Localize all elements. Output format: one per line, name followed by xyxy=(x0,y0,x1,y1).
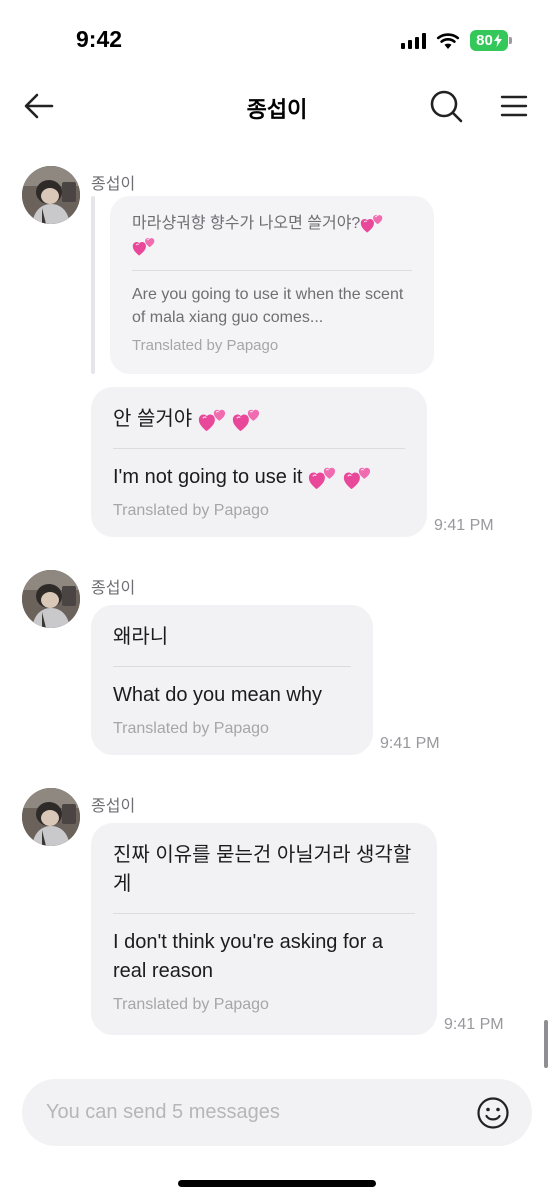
back-arrow-icon[interactable] xyxy=(22,90,56,122)
chat-title: 종섭이 xyxy=(246,97,308,122)
battery-icon: 80 xyxy=(470,30,512,51)
message-time: 9:41 PM xyxy=(444,1016,504,1033)
sender-name: 종섭이 xyxy=(91,580,136,597)
status-bar: 9:42 80 xyxy=(0,0,554,80)
cellular-signal-icon xyxy=(401,32,426,49)
message-original: 안 쓸거야 xyxy=(113,405,405,434)
message-bubble[interactable]: 안 쓸거야 I'm not going to use it Translated… xyxy=(91,387,427,537)
two-hearts-icon xyxy=(232,407,261,433)
charging-bolt-icon xyxy=(493,34,502,47)
home-indicator xyxy=(178,1180,376,1187)
message-bubble[interactable]: 진짜 이유를 묻는건 아닐거라 생각할게 I don't think you'r… xyxy=(91,823,437,1035)
two-hearts-icon xyxy=(343,465,372,491)
status-time: 9:42 xyxy=(76,26,123,52)
emoji-icon[interactable] xyxy=(476,1096,510,1130)
battery-level: 80 xyxy=(476,32,493,49)
scrollbar[interactable] xyxy=(544,1020,548,1068)
message-bubble[interactable]: 왜라니 What do you mean why Translated by P… xyxy=(91,605,373,755)
avatar[interactable] xyxy=(22,570,80,628)
message-time: 9:41 PM xyxy=(434,517,494,534)
divider xyxy=(132,270,412,271)
search-icon[interactable] xyxy=(428,88,464,124)
avatar[interactable] xyxy=(22,788,80,846)
message-translation: I'm not going to use it xyxy=(113,463,405,492)
message-time: 9:41 PM xyxy=(380,735,440,752)
two-hearts-icon xyxy=(360,213,384,234)
message-original: 왜라니 xyxy=(113,626,169,648)
divider xyxy=(113,913,415,914)
nav-bar: 종섭이 xyxy=(0,80,554,132)
message-composer xyxy=(22,1079,532,1146)
sender-name: 종섭이 xyxy=(91,176,136,193)
message-translation: What do you mean why xyxy=(113,684,322,706)
quoted-message[interactable]: 마라샹궈향 향수가 나오면 쓸거야? Are you going to use … xyxy=(110,196,434,374)
message-translation: I don't think you're asking for a real r… xyxy=(113,931,384,982)
translation-credit: Translated by Papago xyxy=(113,502,269,519)
quote-indicator xyxy=(91,196,95,374)
divider xyxy=(113,448,405,449)
status-icons: 80 xyxy=(401,30,512,51)
translation-credit: Translated by Papago xyxy=(113,720,269,737)
two-hearts-icon xyxy=(308,465,337,491)
quoted-original: 마라샹궈향 향수가 나오면 쓸거야? xyxy=(132,212,412,258)
avatar[interactable] xyxy=(22,166,80,224)
two-hearts-icon xyxy=(198,407,227,433)
divider xyxy=(113,666,351,667)
two-hearts-icon xyxy=(132,236,156,257)
message-original: 진짜 이유를 묻는건 아닐거라 생각할게 xyxy=(113,844,412,895)
quoted-translation: Are you going to use it when the scent o… xyxy=(132,286,404,326)
translation-credit: Translated by Papago xyxy=(113,996,269,1013)
menu-icon[interactable] xyxy=(498,90,530,122)
wifi-icon xyxy=(436,32,460,49)
translation-credit: Translated by Papago xyxy=(132,337,279,354)
sender-name: 종섭이 xyxy=(91,798,136,815)
message-input[interactable] xyxy=(46,1079,446,1146)
